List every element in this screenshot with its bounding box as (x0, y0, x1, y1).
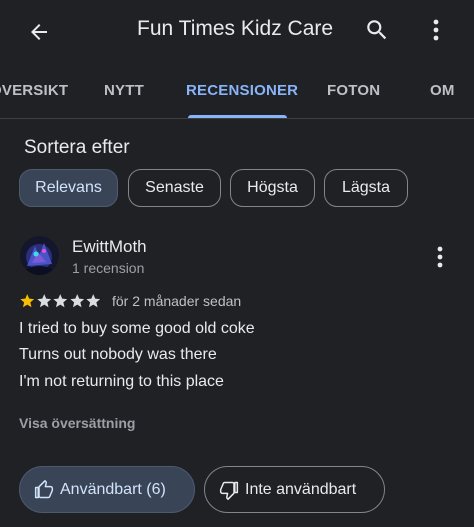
review-more-options-button[interactable] (429, 243, 451, 271)
app-bar: Fun Times Kidz Care (0, 0, 474, 62)
helpful-button[interactable]: Användbart (6) (19, 466, 195, 513)
thumb-down-icon (219, 481, 239, 500)
tab-om[interactable]: OM (430, 82, 455, 99)
not-helpful-button[interactable]: Inte användbart (204, 466, 385, 513)
tab-recensioner[interactable]: RECENSIONER (186, 82, 298, 99)
search-icon (367, 20, 387, 40)
star-rating (19, 292, 102, 310)
page-title: Fun Times Kidz Care (137, 17, 334, 40)
sort-chip-lagsta[interactable]: Lägsta (324, 169, 408, 207)
star-empty-icon (36, 294, 51, 308)
sort-heading: Sortera efter (24, 137, 130, 158)
avatar[interactable] (20, 236, 59, 275)
author-review-count: 1 recension (72, 260, 145, 276)
divider (0, 118, 474, 119)
show-translation-link[interactable]: Visa översättning (19, 415, 135, 431)
review-text-line: I tried to buy some good old coke (19, 320, 255, 337)
star-empty-icon (69, 294, 84, 308)
search-button[interactable] (361, 14, 393, 46)
tab-foton[interactable]: FOTON (327, 82, 380, 99)
tab-nytt[interactable]: NYTT (104, 82, 144, 99)
star-filled-icon (20, 294, 35, 308)
review-text-line: I'm not returning to this place (19, 373, 224, 390)
more-options-button[interactable] (424, 14, 448, 46)
more-vert-icon (437, 246, 443, 268)
review-author[interactable]: EwittMoth (72, 237, 147, 257)
thumb-up-icon (34, 479, 54, 498)
star-empty-icon (53, 294, 68, 308)
arrow-back-icon (31, 24, 47, 40)
helpful-label: Användbart (6) (60, 480, 166, 498)
more-vert-icon (433, 19, 439, 41)
back-button[interactable] (22, 15, 56, 49)
sort-chip-hogsta[interactable]: Högsta (230, 169, 315, 207)
not-helpful-label: Inte användbart (245, 480, 357, 498)
tab-bar: ÖVERSIKT NYTT RECENSIONER FOTON OM (0, 62, 474, 118)
tab-oversikt[interactable]: ÖVERSIKT (0, 82, 68, 99)
review-text-line: Turns out nobody was there (19, 346, 217, 363)
star-empty-icon (86, 294, 101, 308)
sort-chip-relevans[interactable]: Relevans (19, 169, 118, 207)
sort-chip-senaste[interactable]: Senaste (128, 169, 221, 207)
review-date: för 2 månader sedan (112, 293, 242, 309)
